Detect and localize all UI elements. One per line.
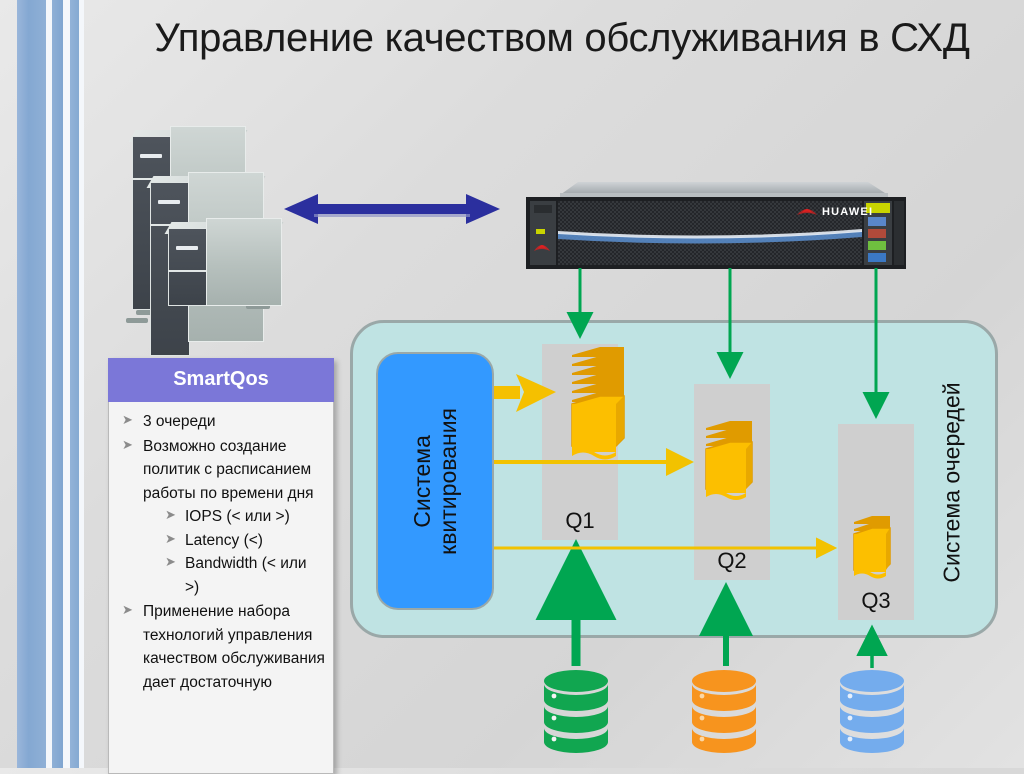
decor-stripe-1 (17, 0, 46, 768)
queue-box-q2: Q2 (694, 384, 770, 580)
database-green (540, 668, 612, 754)
bullet-icon: ➤ (165, 507, 176, 523)
list-item-label: IOPS (< или >) (185, 508, 290, 526)
list-item-label: Применение набора технологий управления … (143, 603, 325, 692)
list-item: ➤ Возможно создание политик с расписание… (113, 435, 325, 600)
decor-stripe-highlight-2 (63, 0, 70, 768)
bullet-icon: ➤ (165, 554, 176, 570)
queue-box-q1: Q1 (542, 344, 618, 540)
server-towers (108, 122, 304, 356)
svg-text:HUAWEI: HUAWEI (822, 206, 873, 218)
slide-canvas: Управление качеством обслуживания в СХД (0, 0, 1024, 774)
queue-label-q3: Q3 (861, 588, 891, 613)
page-title: Управление качеством обслуживания в СХД (154, 16, 970, 60)
decor-stripe-2 (52, 0, 63, 768)
double-headed-arrow (284, 193, 500, 225)
bullet-icon: ➤ (165, 530, 176, 546)
queue-label-q2: Q2 (717, 548, 747, 573)
list-item: ➤ IOPS (< или >) (165, 505, 325, 529)
list-item: ➤ Latency (<) (165, 529, 325, 553)
list-item: ➤ Bandwidth (< или >) (165, 552, 325, 599)
list-item: ➤ 3 очереди (113, 410, 325, 434)
smartqos-panel-body: ➤ 3 очереди ➤ Возможно создание политик … (108, 402, 334, 774)
smartqos-panel: SmartQos ➤ 3 очереди ➤ Возможно создание… (108, 358, 334, 774)
list-item-label: Bandwidth (< или >) (185, 555, 307, 596)
queue-label-q1: Q1 (565, 508, 595, 533)
list-item: ➤ Применение набора технологий управлени… (113, 600, 325, 694)
bullet-icon: ➤ (122, 436, 133, 452)
list-item-label: Возможно создание политик с расписанием … (143, 437, 314, 502)
ack-system-box: Система квитирования (376, 352, 494, 610)
database-blue (836, 668, 908, 754)
queue-system-label: Система очередей (938, 381, 965, 583)
huawei-storage-array: HUAWEI (516, 181, 916, 273)
bullet-icon: ➤ (122, 412, 133, 427)
smartqos-panel-header: SmartQos (108, 358, 334, 402)
database-orange (688, 668, 760, 754)
bullet-icon: ➤ (122, 602, 133, 618)
decor-stripe-highlight-3 (79, 0, 84, 768)
decor-stripe-3 (70, 0, 79, 768)
list-item-label: 3 очереди (143, 413, 216, 430)
queue-box-q3: Q3 (838, 424, 914, 620)
list-item-label: Latency (<) (185, 531, 263, 549)
